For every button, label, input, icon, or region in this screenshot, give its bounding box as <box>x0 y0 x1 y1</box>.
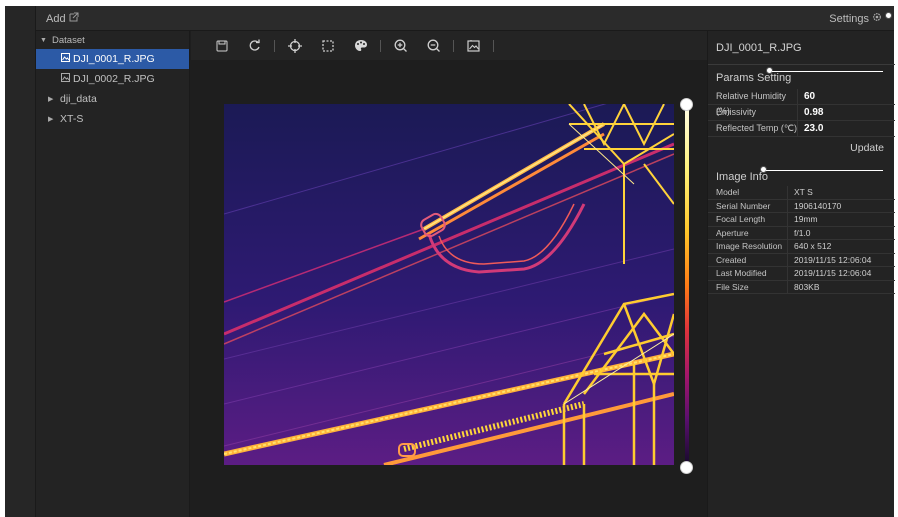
app-window: Add Settings ▼ Dataset DJI_0001_R.JPG DJ… <box>5 6 895 517</box>
tree-item-folder[interactable]: ▶ XT-S <box>36 109 189 129</box>
tree-root-dataset[interactable]: ▼ Dataset <box>36 31 189 49</box>
image-icon[interactable] <box>457 35 490 57</box>
info-row: Created 2019/11/15 12:06:04 <box>708 253 895 267</box>
info-row: Image Resolution 640 x 512 <box>708 240 895 254</box>
callout-marker <box>885 12 892 19</box>
params-table: Relative Humidity (%) 60 Emissivity 0.98… <box>708 89 895 137</box>
image-file-icon <box>61 53 70 65</box>
toolbar-divider <box>453 39 454 52</box>
info-key: Model <box>708 186 788 199</box>
callout-line <box>772 71 883 72</box>
info-value: 640 x 512 <box>794 241 832 251</box>
info-value: 803KB <box>794 281 820 292</box>
info-key: Last Modified <box>708 267 788 280</box>
info-value: 19mm <box>794 214 818 224</box>
tree-root-label: Dataset <box>52 34 85 46</box>
info-row: Aperture f/1.0 <box>708 226 895 240</box>
viewer-toolbar <box>191 31 707 60</box>
tree-item-folder[interactable]: ▶ dji_data <box>36 89 189 109</box>
tree-item-label: DJI_0002_R.JPG <box>73 73 155 85</box>
zoom-in-icon[interactable] <box>384 35 417 57</box>
caret-right-icon: ▶ <box>48 96 54 103</box>
left-strip <box>5 6 36 517</box>
update-button[interactable]: Update <box>850 142 884 154</box>
divider <box>708 64 895 65</box>
params-section-title: Params Setting <box>716 72 792 84</box>
caret-down-icon: ▼ <box>40 36 47 44</box>
info-row: Model XT S <box>708 186 895 200</box>
temperature-scale <box>685 105 689 466</box>
param-key: Emissivity <box>708 105 798 120</box>
callout-line <box>766 170 883 171</box>
info-key: Image Resolution <box>708 240 788 253</box>
info-key: Serial Number <box>708 199 788 212</box>
add-button[interactable]: Add <box>46 12 79 25</box>
save-icon[interactable] <box>205 35 238 57</box>
rotate-icon[interactable] <box>238 35 271 57</box>
image-info-table: Model XT S Serial Number 1906140170 Focal … <box>708 186 895 294</box>
param-value-input[interactable]: 23.0 <box>798 121 895 136</box>
param-key: Reflected Temp (℃) <box>708 121 798 136</box>
scale-min-handle[interactable] <box>680 461 693 474</box>
toolbar-divider <box>493 39 494 52</box>
tree-item-file[interactable]: DJI_0001_R.JPG <box>36 49 189 69</box>
tree-item-label: DJI_0001_R.JPG <box>73 53 155 65</box>
crosshair-icon[interactable] <box>278 35 311 57</box>
info-key: Created <box>708 253 788 266</box>
top-bar: Add Settings <box>36 6 894 31</box>
file-tree: ▼ Dataset DJI_0001_R.JPG DJI_0002_R.JPG … <box>36 31 190 517</box>
toolbar-divider <box>274 39 275 52</box>
info-key: Aperture <box>708 226 788 239</box>
settings-label: Settings <box>829 12 869 25</box>
info-row: Serial Number 1906140170 <box>708 199 895 213</box>
param-value-input[interactable]: 0.98 <box>798 105 895 120</box>
info-value: 1906140170 <box>794 200 842 211</box>
info-row: Focal Length 19mm <box>708 213 895 227</box>
file-name-heading: DJI_0001_R.JPG <box>716 42 802 54</box>
info-value: XT S <box>794 187 813 197</box>
param-row: Emissivity 0.98 <box>708 105 895 121</box>
zoom-out-icon[interactable] <box>417 35 450 57</box>
info-value: 2019/11/15 12:06:04 <box>794 254 872 265</box>
add-label: Add <box>46 12 66 25</box>
param-row: Relative Humidity (%) 60 <box>708 89 895 116</box>
tree-item-label: dji_data <box>60 93 97 105</box>
info-key: File Size <box>708 280 788 293</box>
tree-item-label: XT-S <box>60 113 84 125</box>
info-key: Focal Length <box>708 213 788 226</box>
toolbar-divider <box>380 39 381 52</box>
settings-button[interactable]: Settings <box>829 12 882 25</box>
palette-icon[interactable] <box>344 35 377 57</box>
param-row: Reflected Temp (℃) 23.0 <box>708 121 895 137</box>
param-key: Relative Humidity (%) <box>708 89 798 116</box>
info-value: f/1.0 <box>794 227 811 238</box>
properties-panel: DJI_0001_R.JPG Params Setting Relative H… <box>707 31 895 517</box>
param-value-input[interactable]: 60 <box>798 89 895 104</box>
info-section-title: Image Info <box>716 171 768 183</box>
external-link-icon <box>69 12 79 25</box>
scale-max-handle[interactable] <box>680 98 693 111</box>
tree-item-file[interactable]: DJI_0002_R.JPG <box>36 69 189 89</box>
gear-icon <box>872 12 882 25</box>
image-viewer <box>191 31 707 517</box>
info-row: File Size 803KB <box>708 280 895 294</box>
info-row: Last Modified 2019/11/15 12:06:04 <box>708 267 895 281</box>
select-area-icon[interactable] <box>311 35 344 57</box>
info-value: 2019/11/15 12:06:04 <box>794 268 872 278</box>
thermal-image[interactable] <box>224 104 674 465</box>
caret-right-icon: ▶ <box>48 116 54 123</box>
image-file-icon <box>61 73 70 85</box>
